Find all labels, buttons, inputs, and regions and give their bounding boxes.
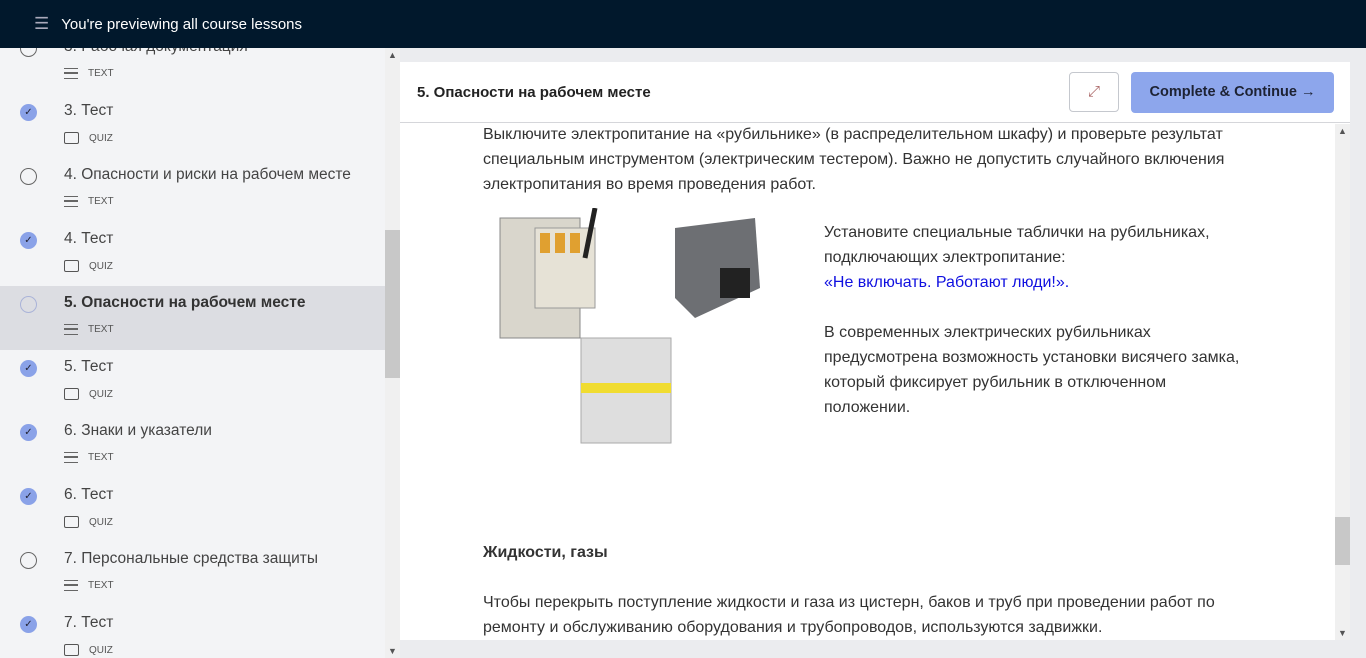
scroll-down-icon[interactable]: ▼: [1338, 628, 1347, 638]
scroll-up-icon[interactable]: ▲: [1338, 126, 1347, 136]
lesson-item[interactable]: ✓ 6. Знаки и указатели TEXT: [0, 414, 385, 478]
lesson-type: TEXT: [64, 324, 114, 335]
expand-button[interactable]: ⤢: [1069, 72, 1119, 112]
scrollbar-thumb[interactable]: [1335, 517, 1350, 565]
lesson-type-label: QUIZ: [89, 516, 113, 528]
lesson-type: TEXT: [64, 452, 114, 463]
lesson-type: QUIZ: [64, 644, 113, 656]
quiz-icon: [64, 260, 79, 272]
text-icon: [64, 324, 78, 335]
lesson-type-label: TEXT: [88, 196, 114, 207]
complete-label: Complete & Continue: [1149, 84, 1297, 100]
complete-continue-button[interactable]: Complete & Continue →: [1131, 72, 1334, 113]
expand-icon: ⤢: [1087, 83, 1100, 100]
lesson-item[interactable]: ✓ 3. Тест QUIZ: [0, 94, 385, 158]
quiz-icon: [64, 516, 79, 528]
completed-check-icon: ✓: [20, 360, 37, 377]
completed-check-icon: ✓: [20, 104, 37, 121]
incomplete-circle-icon: [20, 48, 37, 57]
lesson-item[interactable]: 3. Рабочая документация TEXT: [0, 48, 385, 94]
lesson-type: TEXT: [64, 196, 114, 207]
lesson-item-title: 4. Тест: [64, 230, 114, 247]
completed-check-icon: ✓: [20, 616, 37, 633]
content-scrollbar[interactable]: ▲ ▼: [1335, 124, 1350, 640]
lesson-type-label: TEXT: [88, 68, 114, 79]
lesson-type: QUIZ: [64, 388, 113, 400]
quiz-icon: [64, 388, 79, 400]
course-sidebar: 3. Рабочая документация TEXT✓ 3. Тест QU…: [0, 48, 400, 658]
paragraph: Чтобы перекрыть поступление жидкости и г…: [483, 594, 1215, 636]
lesson-type-label: TEXT: [88, 580, 114, 591]
lesson-item-title: 6. Знаки и указатели: [64, 422, 212, 439]
completed-check-icon: ✓: [20, 424, 37, 441]
lesson-type-label: QUIZ: [89, 644, 113, 656]
sign-text: Установите специальные таблички на рубил…: [824, 224, 1210, 266]
paragraph: В современных электрических рубильниках …: [824, 324, 1240, 416]
lesson-card: 5. Опасности на рабочем месте ⤢ Complete…: [400, 62, 1350, 640]
lesson-type-label: QUIZ: [89, 260, 113, 272]
quiz-icon: [64, 132, 79, 144]
section-heading: Жидкости, газы: [483, 544, 608, 561]
paragraph: Установите специальные таблички на рубил…: [824, 220, 1254, 295]
lesson-type: QUIZ: [64, 132, 113, 144]
lesson-item[interactable]: 7. Персональные средства защиты TEXT: [0, 542, 385, 606]
scroll-down-icon[interactable]: ▼: [388, 646, 397, 656]
lesson-content: Выключите электропитание на «рубильнике»…: [400, 124, 1335, 640]
lesson-item-title: 7. Тест: [64, 614, 114, 631]
lesson-type: QUIZ: [64, 260, 113, 272]
text-icon: [64, 196, 78, 207]
completed-check-icon: ✓: [20, 232, 37, 249]
lesson-item-title: 4. Опасности и риски на рабочем месте: [64, 166, 351, 183]
switch-images: [499, 208, 760, 444]
arrow-right-icon: →: [1300, 84, 1316, 100]
menu-icon[interactable]: ☰: [34, 14, 49, 34]
text-icon: [64, 452, 78, 463]
preview-banner: ☰ You're previewing all course lessons: [0, 0, 1366, 48]
lesson-item-title: 7. Персональные средства защиты: [64, 550, 318, 567]
lesson-type: TEXT: [64, 68, 114, 79]
lesson-item[interactable]: ✓ 6. Тест QUIZ: [0, 478, 385, 542]
preview-text: You're previewing all course lessons: [61, 15, 303, 33]
incomplete-circle-icon: [20, 296, 37, 313]
lesson-title: 5. Опасности на рабочем месте: [417, 83, 651, 101]
sign-quote: «Не включать. Работают люди!».: [824, 274, 1070, 291]
paragraph: Выключите электропитание на «рубильнике»…: [483, 126, 1225, 193]
lesson-item[interactable]: ✓ 7. Тест QUIZ: [0, 606, 385, 658]
lesson-item-title: 6. Тест: [64, 486, 114, 503]
lesson-item-title: 3. Тест: [64, 102, 114, 119]
lesson-header: 5. Опасности на рабочем месте ⤢ Complete…: [400, 62, 1350, 123]
scroll-up-icon[interactable]: ▲: [388, 50, 397, 60]
lesson-type-label: TEXT: [88, 452, 114, 463]
scrollbar-thumb[interactable]: [385, 230, 400, 378]
lesson-item-title: 3. Рабочая документация: [64, 48, 248, 56]
lesson-item[interactable]: 5. Опасности на рабочем месте TEXT: [0, 286, 385, 350]
incomplete-circle-icon: [20, 168, 37, 185]
lesson-type-label: QUIZ: [89, 388, 113, 400]
lesson-item[interactable]: 4. Опасности и риски на рабочем месте TE…: [0, 158, 385, 222]
lesson-type-label: TEXT: [88, 324, 114, 335]
incomplete-circle-icon: [20, 552, 37, 569]
completed-check-icon: ✓: [20, 488, 37, 505]
lesson-list: 3. Рабочая документация TEXT✓ 3. Тест QU…: [0, 48, 385, 658]
lesson-type-label: QUIZ: [89, 132, 113, 144]
lesson-item-title: 5. Тест: [64, 358, 114, 375]
text-icon: [64, 68, 78, 79]
lesson-item[interactable]: ✓ 4. Тест QUIZ: [0, 222, 385, 286]
quiz-icon: [64, 644, 79, 656]
lesson-type: QUIZ: [64, 516, 113, 528]
lesson-item-title: 5. Опасности на рабочем месте: [64, 294, 306, 311]
lesson-item[interactable]: ✓ 5. Тест QUIZ: [0, 350, 385, 414]
sidebar-scrollbar[interactable]: ▲ ▼: [385, 48, 400, 658]
lesson-type: TEXT: [64, 580, 114, 591]
text-icon: [64, 580, 78, 591]
